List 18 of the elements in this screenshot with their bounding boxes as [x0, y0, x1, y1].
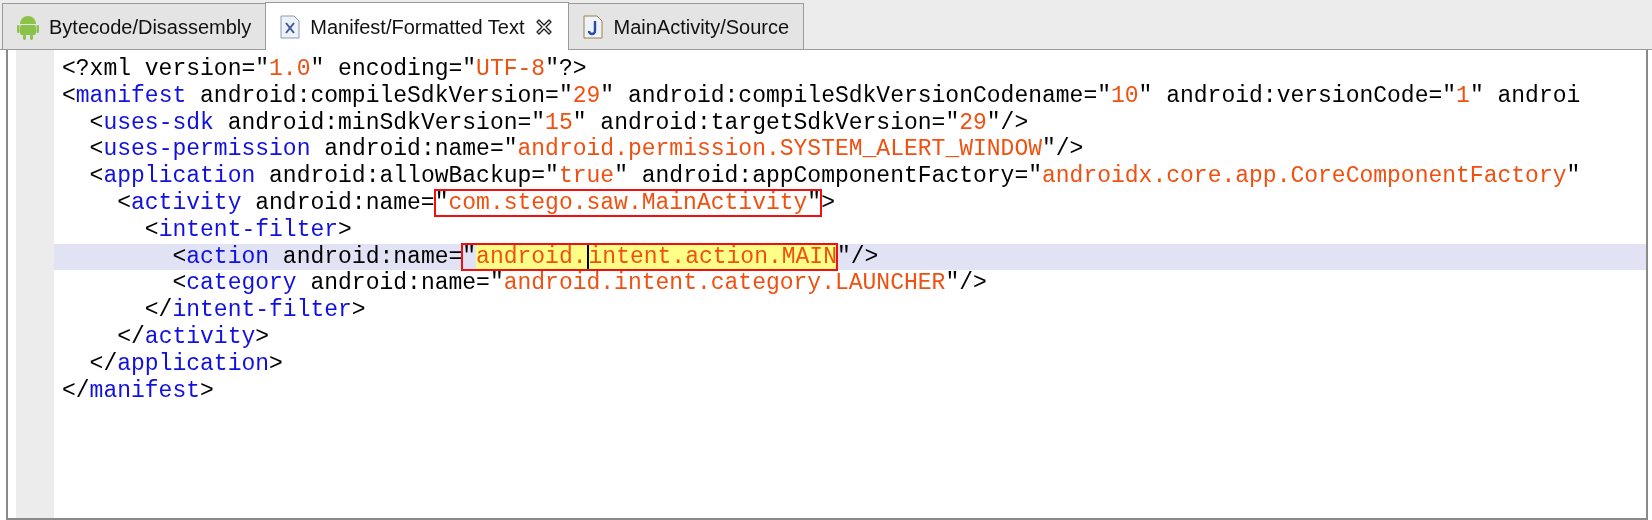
code-line: </manifest> — [61, 377, 215, 405]
code-line: </intent-filter> — [143, 297, 367, 324]
code-line: <activity android:name="com.stego.saw.MainActivity"> — [116, 190, 836, 217]
code-line: <?xml version="1.0" encoding="UTF-8"?> — [61, 56, 588, 83]
editor-tab[interactable]: Bytecode/Disassembly — [2, 3, 267, 49]
code-line: <intent-filter> — [143, 216, 353, 244]
editor-tab[interactable]: MainActivity/Source — [568, 3, 805, 49]
code-line: <application android:allowBackup="true" android:appComponentFactory="androidx.core.app.CoreComponentFactory" — [88, 163, 1582, 190]
code-line: </application> — [88, 350, 284, 378]
xml-file-icon — [280, 14, 301, 39]
android-icon — [17, 13, 39, 40]
java-file-icon — [583, 14, 604, 39]
code-line: <category android:name="android.intent.category.LAUNCHER"/> — [171, 270, 988, 298]
code-line: <manifest android:compileSdkVersion="29" android:compileSdkVersionCodename="10" android:versionCode="1" androi — [61, 82, 1582, 110]
editor-tab[interactable]: Manifest/Formatted Text — [265, 2, 570, 50]
code-line: <uses-permission android:name="android.permission.SYSTEM_ALERT_WINDOW"/> — [88, 136, 1085, 164]
code-line: <uses-sdk android:minSdkVersion="15" android:targetSdkVersion="29"/> — [88, 109, 1030, 137]
code-line: </activity> — [116, 323, 271, 351]
